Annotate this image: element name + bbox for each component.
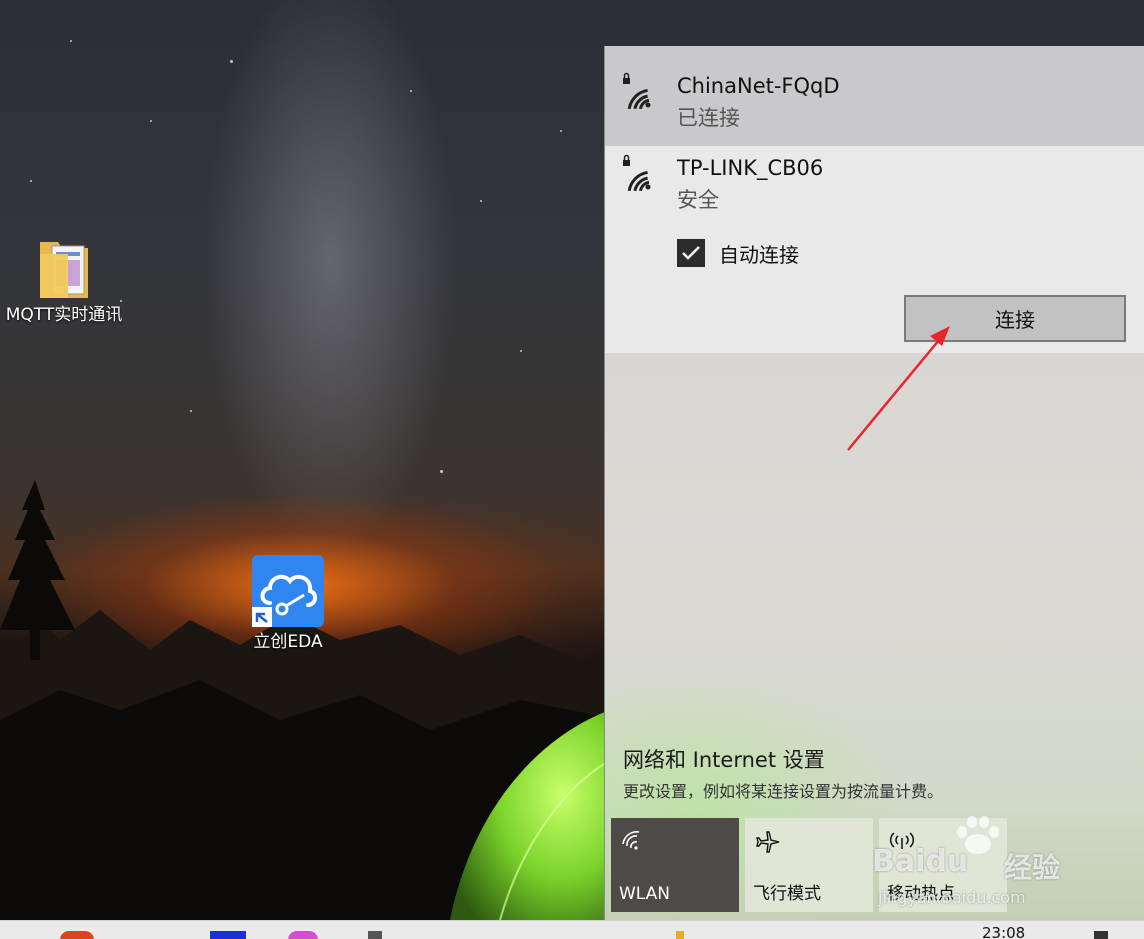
folder-icon: [40, 242, 88, 298]
airplane-icon: [756, 831, 780, 853]
star: [150, 120, 152, 122]
connect-button[interactable]: 连接: [904, 295, 1126, 342]
pine-tree-silhouette: [0, 480, 75, 660]
network-settings-description: 更改设置，例如将某连接设置为按流量计费。: [623, 782, 944, 801]
desktop-icon-lceda[interactable]: 立创EDA: [228, 555, 348, 654]
tile-label: 飞行模式: [753, 884, 821, 904]
taskbar-app-icon[interactable]: [210, 931, 246, 939]
desktop-icon-label: MQTT实时通讯: [5, 305, 123, 325]
baidu-jingyan-watermark: Baidu 经验 jingyan.baidu.com: [872, 814, 1092, 914]
desktop-icon-mqtt[interactable]: MQTT实时通讯: [4, 236, 124, 327]
network-settings-link[interactable]: 网络和 Internet 设置: [623, 744, 825, 774]
network-name: TP-LINK_CB06: [677, 156, 824, 180]
star: [480, 200, 482, 202]
wifi-flyout-panel: ChinaNet-FQqD 已连接 TP-LINK_CB06 安全 自动连接 连…: [604, 46, 1144, 920]
secured-wifi-icon: [623, 72, 651, 110]
checkmark-icon: [682, 246, 700, 260]
taskbar: 23:08: [0, 920, 1144, 939]
network-status: 安全: [677, 188, 719, 212]
notification-center-icon[interactable]: [1094, 931, 1108, 939]
desktop-icon-label: 立创EDA: [253, 632, 323, 652]
wifi-icon: [622, 831, 640, 850]
quick-action-wlan[interactable]: WLAN: [611, 818, 739, 912]
auto-connect-checkbox[interactable]: [677, 239, 705, 267]
lceda-cloud-icon: [252, 555, 324, 627]
taskbar-app-icon[interactable]: [368, 931, 382, 939]
taskbar-tray-icon[interactable]: [676, 931, 684, 939]
star: [560, 130, 562, 132]
taskbar-app-icon[interactable]: [60, 931, 94, 939]
network-status: 已连接: [677, 106, 740, 130]
network-item-tplink[interactable]: TP-LINK_CB06 安全 自动连接 连接: [605, 146, 1144, 353]
watermark-brand: Baidu: [872, 844, 969, 879]
star: [70, 40, 72, 42]
auto-connect-label: 自动连接: [719, 242, 799, 267]
star: [190, 410, 192, 412]
green-tent: [450, 710, 610, 920]
tile-label: WLAN: [619, 884, 671, 904]
watermark-url: jingyan.baidu.com: [878, 888, 1026, 907]
watermark-brand-cn: 经验: [1004, 851, 1061, 884]
star: [30, 180, 32, 182]
taskbar-app-icon[interactable]: [288, 931, 318, 939]
taskbar-clock[interactable]: 23:08: [982, 924, 1025, 939]
auto-connect-option[interactable]: 自动连接: [677, 238, 799, 268]
network-name: ChinaNet-FQqD: [677, 74, 840, 98]
star: [410, 90, 412, 92]
star: [440, 470, 443, 473]
quick-action-airplane-mode[interactable]: 飞行模式: [745, 818, 873, 912]
star: [520, 350, 522, 352]
secured-wifi-icon: [623, 154, 651, 192]
network-item-chinanet[interactable]: ChinaNet-FQqD 已连接: [605, 46, 1144, 146]
star: [230, 60, 233, 63]
